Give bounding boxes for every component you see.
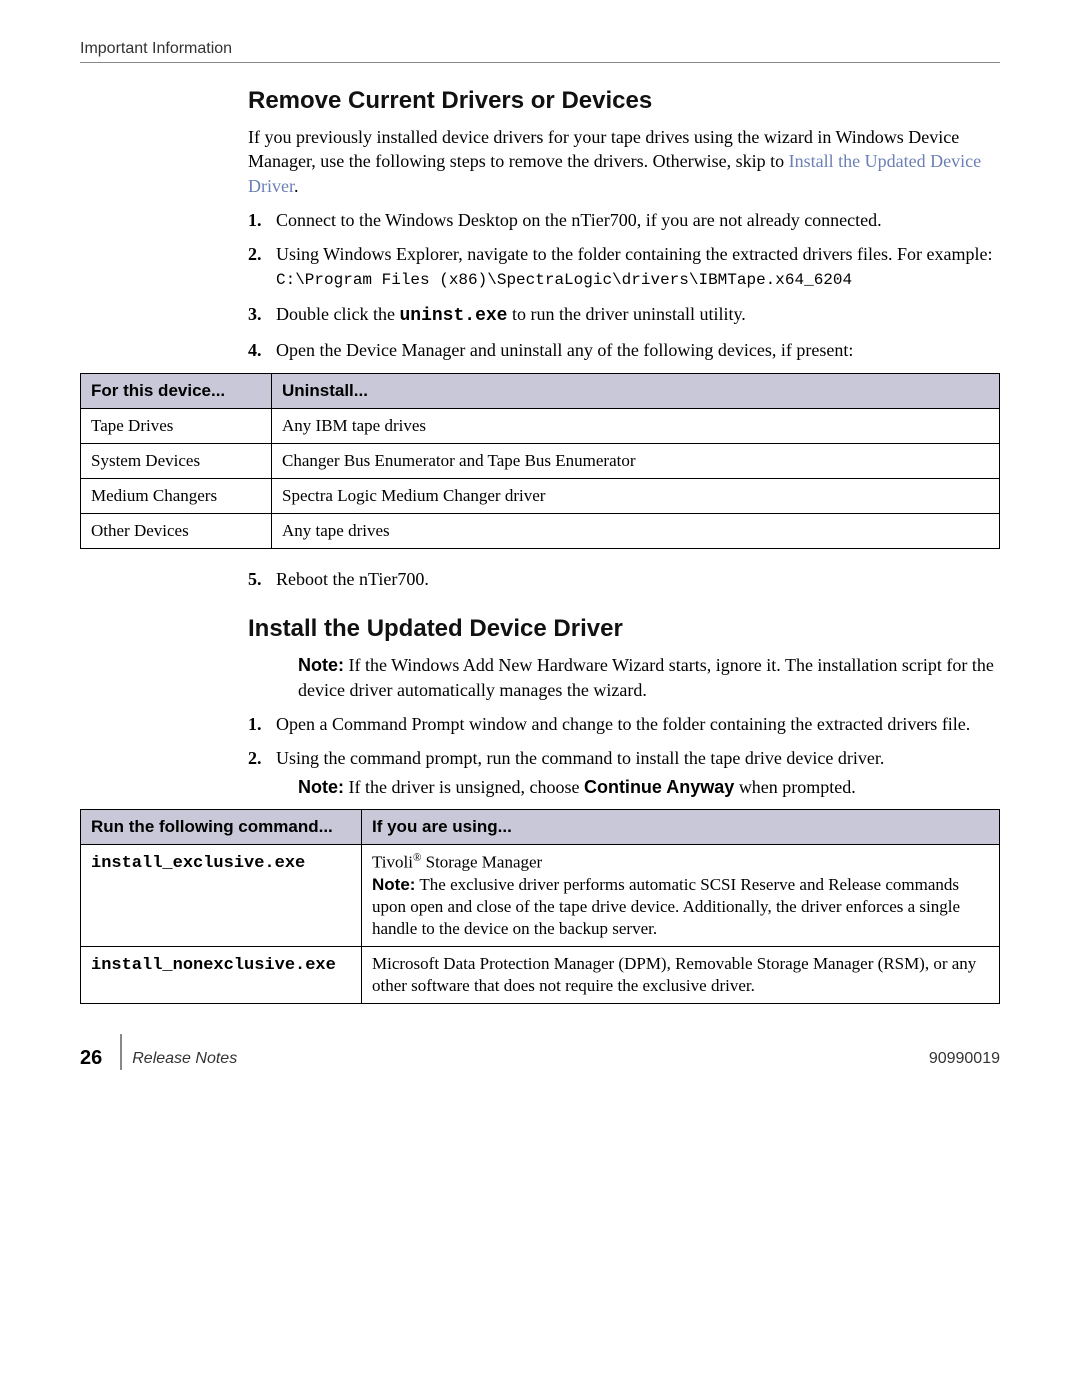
tivoli-pre: Tivoli	[372, 853, 413, 872]
table-row: Other Devices Any tape drives	[81, 514, 1000, 549]
note-text: If the Windows Add New Hardware Wizard s…	[298, 655, 994, 699]
step-text: Open the Device Manager and uninstall an…	[276, 340, 853, 360]
cell-command: install_exclusive.exe	[81, 845, 362, 947]
cell-using: Tivoli® Storage Manager Note: The exclus…	[362, 845, 1000, 947]
steps-remove-cont: 5.Reboot the nTier700.	[248, 567, 1000, 591]
cell-command: install_nonexclusive.exe	[81, 947, 362, 1004]
cell-device: Other Devices	[81, 514, 272, 549]
note-label: Note:	[298, 777, 344, 797]
step-text: Using Windows Explorer, navigate to the …	[276, 244, 993, 264]
doc-title: Release Notes	[132, 1050, 929, 1070]
table-row: install_exclusive.exe Tivoli® Storage Ma…	[81, 845, 1000, 947]
table-row: System Devices Changer Bus Enumerator an…	[81, 443, 1000, 478]
note-text: The exclusive driver performs automatic …	[372, 875, 960, 938]
heading-remove-drivers: Remove Current Drivers or Devices	[248, 87, 1000, 115]
cell-device: Tape Drives	[81, 408, 272, 443]
code-cmd: install_nonexclusive.exe	[91, 956, 336, 975]
step-1: 1.Open a Command Prompt window and chang…	[248, 712, 1000, 736]
note-label: Note:	[372, 875, 415, 894]
note-text-post: when prompted.	[734, 777, 855, 797]
page-footer: 26 Release Notes 90990019	[80, 1034, 1000, 1070]
table-row: Tape Drives Any IBM tape drives	[81, 408, 1000, 443]
step-1: 1.Connect to the Windows Desktop on the …	[248, 208, 1000, 232]
th-device: For this device...	[81, 373, 272, 408]
steps-remove: 1.Connect to the Windows Desktop on the …	[248, 208, 1000, 363]
table-row: Medium Changers Spectra Logic Medium Cha…	[81, 478, 1000, 513]
code-uninst: uninst.exe	[399, 306, 507, 326]
table-commands: Run the following command... If you are …	[80, 809, 1000, 1004]
tivoli-post: Storage Manager	[421, 853, 542, 872]
table-devices: For this device... Uninstall... Tape Dri…	[80, 373, 1000, 549]
code-path: C:\Program Files (x86)\SpectraLogic\driv…	[276, 271, 852, 289]
cell-device: System Devices	[81, 443, 272, 478]
step-text-post: to run the driver uninstall utility.	[508, 304, 746, 324]
step-2: 2. Using the command prompt, run the com…	[248, 746, 1000, 799]
running-header: Important Information	[80, 40, 1000, 63]
heading-install-driver: Install the Updated Device Driver	[248, 615, 1000, 643]
note-bold: Continue Anyway	[584, 777, 734, 797]
step-3: 3. Double click the uninst.exe to run th…	[248, 302, 1000, 328]
note-unsigned: Note: If the driver is unsigned, choose …	[298, 775, 1000, 799]
th-using: If you are using...	[362, 809, 1000, 844]
step-4: 4.Open the Device Manager and uninstall …	[248, 338, 1000, 362]
step-5: 5.Reboot the nTier700.	[248, 567, 1000, 591]
cell-uninstall: Any IBM tape drives	[272, 408, 1000, 443]
intro-text-post: .	[294, 176, 299, 196]
cell-device: Medium Changers	[81, 478, 272, 513]
cell-uninstall: Changer Bus Enumerator and Tape Bus Enum…	[272, 443, 1000, 478]
table-row: install_nonexclusive.exe Microsoft Data …	[81, 947, 1000, 1004]
th-uninstall: Uninstall...	[272, 373, 1000, 408]
cell-using: Microsoft Data Protection Manager (DPM),…	[362, 947, 1000, 1004]
note-wizard: Note: If the Windows Add New Hardware Wi…	[298, 653, 1000, 702]
cell-uninstall: Spectra Logic Medium Changer driver	[272, 478, 1000, 513]
footer-divider	[120, 1034, 122, 1070]
step-text-pre: Double click the	[276, 304, 399, 324]
table-header-row: For this device... Uninstall...	[81, 373, 1000, 408]
intro-paragraph: If you previously installed device drive…	[248, 125, 1000, 198]
step-text: Using the command prompt, run the comman…	[276, 748, 884, 768]
step-text: Reboot the nTier700.	[276, 569, 429, 589]
table-header-row: Run the following command... If you are …	[81, 809, 1000, 844]
cell-uninstall: Any tape drives	[272, 514, 1000, 549]
doc-id: 90990019	[929, 1050, 1000, 1070]
note-text-pre: If the driver is unsigned, choose	[349, 777, 584, 797]
page-number: 26	[80, 1047, 120, 1070]
note-label: Note:	[298, 655, 344, 675]
th-command: Run the following command...	[81, 809, 362, 844]
step-2: 2. Using Windows Explorer, navigate to t…	[248, 242, 1000, 292]
steps-install: 1.Open a Command Prompt window and chang…	[248, 712, 1000, 799]
step-text: Connect to the Windows Desktop on the nT…	[276, 210, 882, 230]
step-text: Open a Command Prompt window and change …	[276, 714, 970, 734]
code-cmd: install_exclusive.exe	[91, 854, 305, 873]
